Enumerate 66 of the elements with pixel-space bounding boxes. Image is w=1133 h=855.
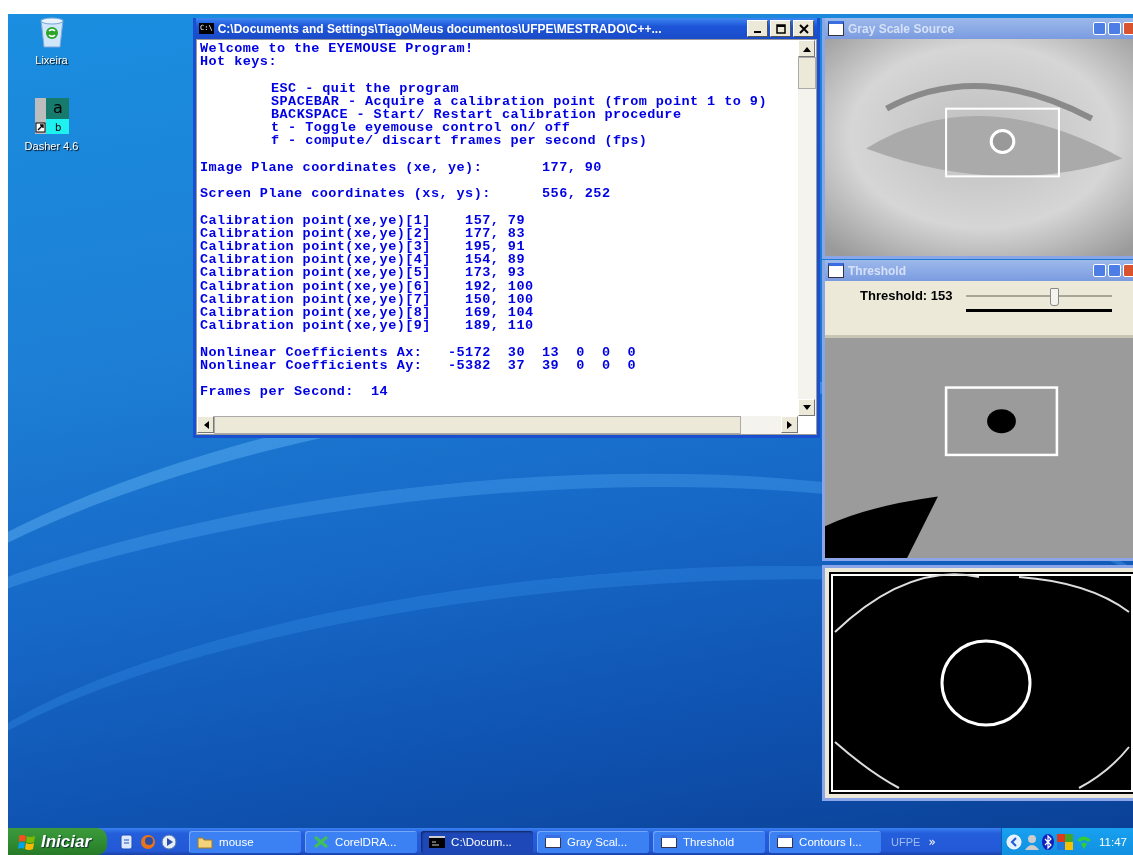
window-title: Gray Scale Source [848,21,956,36]
media-player-icon[interactable] [161,833,178,850]
toolbar-label: UFPE [891,835,921,848]
window-icon [828,263,844,278]
window-icon [545,835,562,848]
taskbar-button[interactable]: Threshold [653,830,766,853]
scrollbar-thumb[interactable] [798,57,816,89]
console-line: ESC - quit the program [271,81,461,95]
console-line: Nonlinear Coefficients Ax: -5172 30 13 0 0 0 [200,345,638,359]
document-icon[interactable] [119,833,136,850]
console-line: Calibration point(xe,ye)[5] 173, 93 [200,266,526,280]
console-line: Calibration point(xe,ye)[3] 195, 91 [200,240,526,254]
console-line: Calibration point(xe,ye)[8] 169, 104 [200,306,535,320]
close-button[interactable] [793,20,814,37]
windows-logo-icon [18,833,36,850]
folder-icon [197,834,214,849]
window-icon [828,21,844,36]
down-arrow-icon[interactable] [802,404,811,411]
console-line: Calibration point(xe,ye)[6] 192, 100 [200,279,535,293]
window-icon [661,835,678,848]
console-line: Image Plane coordinates (xe, ye): 177, 90 [200,160,603,174]
console-line: BACKSPACE - Start/ Restart calibration procedure [271,108,682,122]
desktop-icon-label[interactable]: Dasher 4.6 [24,140,79,152]
taskbar-button[interactable]: Contours I... [769,830,882,853]
minimize-button[interactable] [747,20,768,37]
taskbar-button[interactable]: mouse [189,830,302,853]
console-line: Calibration point(xe,ye)[2] 177, 83 [200,226,526,240]
window-title: C:\Documents and Settings\Tiago\Meus documentos\UFPE\MESTRADO\C++... [217,21,663,36]
console-line: Calibration point(xe,ye)[7] 150, 100 [200,292,535,306]
console-line: f - compute/ discart frames per second (fps) [271,134,649,148]
console-icon [429,835,446,848]
left-arrow-icon[interactable] [202,420,209,429]
toolbar-chevron[interactable]: » [928,834,936,849]
console-line: Nonlinear Coefficients Ay: -5382 37 39 0 0 0 [200,358,638,372]
x-logo-icon [313,834,330,849]
dasher-shortcut-icon[interactable]: a b [34,98,69,134]
trackbar-label: Threshold: 153 [860,288,953,303]
minimize-icon [754,30,761,33]
console-line: t - Toggle eyemouse control on/ off [271,121,571,135]
desktop-icon-label[interactable]: Lixeira [35,54,68,66]
console-line: Calibration point(xe,ye)[9] 189, 110 [200,319,535,333]
maximize-button[interactable] [770,20,791,37]
vertical-scrollbar[interactable] [798,40,816,416]
bluetooth-icon[interactable] [1042,833,1055,850]
console-line: Frames per Second: 14 [200,385,390,399]
console-line: Screen Plane coordinates (xs, ys): 556, 252 [200,187,612,201]
console-line: Welcome to the EYEMOUSE Program! [200,42,475,56]
console-line: Calibration point(xe,ye)[1] 157, 79 [200,213,526,227]
close-icon [798,23,809,34]
icon-letter: b [54,122,61,133]
taskbar-button[interactable]: CorelDRA... [305,830,418,853]
window-title: Threshold [848,263,907,278]
clock[interactable]: 11:47 [1099,835,1127,848]
threshold-slider[interactable] [966,287,1113,312]
console-line: SPACEBAR - Acquire a calibration point (from point 1 to 9) [271,94,768,108]
maximize-icon [775,23,786,34]
start-button[interactable]: Iniciar [8,828,108,855]
icon-letter: a [52,98,63,117]
right-arrow-icon[interactable] [786,420,793,429]
slider-thumb[interactable] [1050,288,1060,306]
window-icon [777,835,794,848]
up-arrow-icon[interactable] [802,45,811,52]
console-line: Hot keys: [200,55,278,69]
console-line: Calibration point(xe,ye)[4] 154, 89 [200,253,526,267]
taskbar-button[interactable]: Gray Scal... [537,830,650,853]
taskbar-button[interactable]: C:\Docum... [421,830,534,853]
